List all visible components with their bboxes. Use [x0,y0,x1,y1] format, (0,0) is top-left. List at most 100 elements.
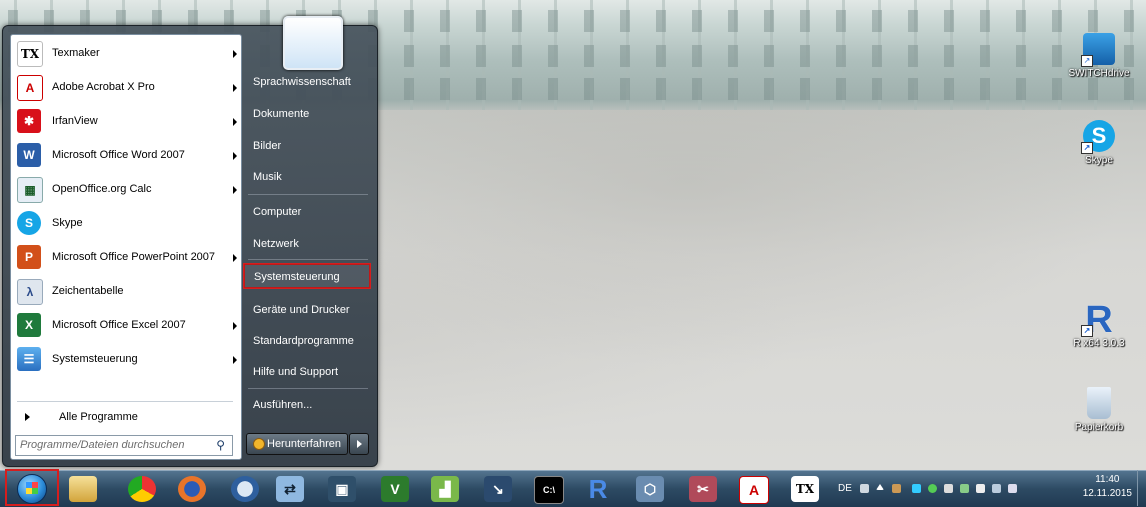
pen-icon[interactable] [860,484,869,493]
program-label: Microsoft Office Word 2007 [52,149,185,161]
taskbar-r[interactable]: R [578,474,618,504]
program-label: Skype [52,217,83,229]
link-netzwerk[interactable]: Netzwerk [243,231,371,257]
taskbar-virtual-desktop[interactable]: ▣ [322,474,362,504]
taskbar-terminal[interactable]: C:\ [528,474,568,504]
recycle-bin-icon [1087,387,1111,419]
skype-icon: S [17,211,41,235]
texmaker-icon: TX [791,476,819,502]
link-bilder[interactable]: Bilder [243,133,371,159]
program-label: Microsoft Office Excel 2007 [52,319,186,331]
program-label: IrfanView [52,115,98,127]
link-systemsteuerung[interactable]: Systemsteuerung [243,263,371,289]
taskbar-tools[interactable]: ✂ [683,474,723,504]
submenu-arrow-icon [233,186,237,194]
all-programs-button[interactable]: Alle Programme [14,405,236,429]
program-label: Texmaker [52,47,100,59]
link-ausfuehren[interactable]: Ausführen... [243,392,371,418]
program-skype[interactable]: S Skype [14,207,236,239]
taskbar-virtualbox[interactable]: ⬡ [630,474,670,504]
desktop-icon-recycle-bin[interactable]: Papierkorb [1062,387,1136,433]
system-tray: DE 11:40 12.11.2015 [832,470,1146,506]
divider [248,194,368,195]
taskbar-network[interactable]: ⇄ [270,474,310,504]
shutdown-options-button[interactable] [349,433,369,455]
taskbar-firefox[interactable] [172,474,212,504]
taskbar-explorer[interactable] [63,474,103,504]
chart-app-icon: ▟ [431,476,459,502]
skype-icon: S ↗ [1081,120,1115,154]
excel-icon: X [17,313,41,337]
shield-icon [253,438,265,450]
program-openoffice-calc[interactable]: ▦ OpenOffice.org Calc [14,173,237,205]
windows-update-icon[interactable] [912,484,921,493]
desktop-icon-r[interactable]: R ↗ R x64 3.0.3 [1062,301,1136,349]
link-dokumente[interactable]: Dokumente [243,101,371,127]
link-sprachwissenschaft[interactable]: Sprachwissenschaft [243,69,371,95]
virtualbox-icon: ⬡ [636,476,664,502]
taskbar-chart-app[interactable]: ▟ [425,474,465,504]
monitor-icon[interactable] [992,484,1001,493]
language-indicator[interactable]: DE [838,483,852,494]
program-acrobat[interactable]: A Adobe Acrobat X Pro [14,71,237,103]
divider [248,259,368,260]
desktop-icon-switchdrive[interactable]: ↗ SWITCHdrive [1062,33,1136,79]
desktop-icon-skype[interactable]: S ↗ Skype [1062,120,1136,166]
inkscape-icon: ↘ [484,476,512,502]
shutdown-button[interactable]: Herunterfahren [246,433,348,455]
taskbar-acrobat[interactable]: A [733,474,773,504]
user-picture[interactable] [283,16,343,70]
taskbar-chrome[interactable] [122,474,162,504]
texmaker-icon: TX [17,41,43,67]
taskbar-texmaker[interactable]: TX [785,474,825,504]
program-excel[interactable]: X Microsoft Office Excel 2007 [14,309,237,341]
volume-icon[interactable] [1008,484,1017,493]
irfanview-icon: ✱ [17,109,41,133]
shutdown-label: Herunterfahren [267,438,341,450]
submenu-arrow-icon [233,254,237,262]
chevron-up-icon[interactable] [876,484,884,490]
calc-icon: ▦ [17,177,43,203]
all-programs-label: Alle Programme [59,411,138,423]
program-label: Adobe Acrobat X Pro [52,81,155,93]
program-zeichentabelle[interactable]: λ Zeichentabelle [14,275,236,307]
firefox-icon [178,476,206,502]
program-label: Zeichentabelle [52,285,124,297]
app-tray-icon[interactable] [892,484,901,493]
clock[interactable]: 11:40 12.11.2015 [1083,473,1132,501]
thunderbird-icon [231,476,259,502]
start-button[interactable] [5,469,59,506]
link-hilfe-und-support[interactable]: Hilfe und Support [243,359,371,385]
acrobat-icon: A [17,75,43,101]
program-powerpoint[interactable]: P Microsoft Office PowerPoint 2007 [14,241,237,273]
submenu-arrow-icon [233,84,237,92]
charmap-icon: λ [17,279,43,305]
program-label: Systemsteuerung [52,353,138,365]
network-tray-icon[interactable] [960,484,969,493]
show-desktop-button[interactable] [1137,470,1146,506]
arrow-right-icon [25,413,30,421]
windows-logo-icon [17,474,47,504]
tools-icon: ✂ [689,476,717,502]
desktop-icon-label: Skype [1085,155,1113,166]
program-systemsteuerung[interactable]: ☰ Systemsteuerung [14,343,237,375]
taskbar-vim[interactable]: V [375,474,415,504]
drive-icon[interactable] [944,484,953,493]
program-label: Microsoft Office PowerPoint 2007 [52,251,216,263]
submenu-arrow-icon [233,118,237,126]
taskbar-inkscape[interactable]: ↘ [478,474,518,504]
search-input[interactable]: Programme/Dateien durchsuchen ⚲ [15,435,233,456]
flag-icon[interactable] [976,484,985,493]
program-irfanview[interactable]: ✱ IrfanView [14,105,237,137]
link-computer[interactable]: Computer [243,199,371,225]
program-word[interactable]: W Microsoft Office Word 2007 [14,139,237,171]
taskbar-thunderbird[interactable] [225,474,265,504]
search-icon: ⚲ [216,438,225,452]
link-standardprogramme[interactable]: Standardprogramme [243,328,371,354]
divider [17,401,233,402]
link-geraete-und-drucker[interactable]: Geräte und Drucker [243,297,371,323]
powerpoint-icon: P [17,245,41,269]
program-texmaker[interactable]: TX Texmaker [14,37,237,69]
link-musik[interactable]: Musik [243,164,371,190]
sync-icon[interactable] [928,484,937,493]
